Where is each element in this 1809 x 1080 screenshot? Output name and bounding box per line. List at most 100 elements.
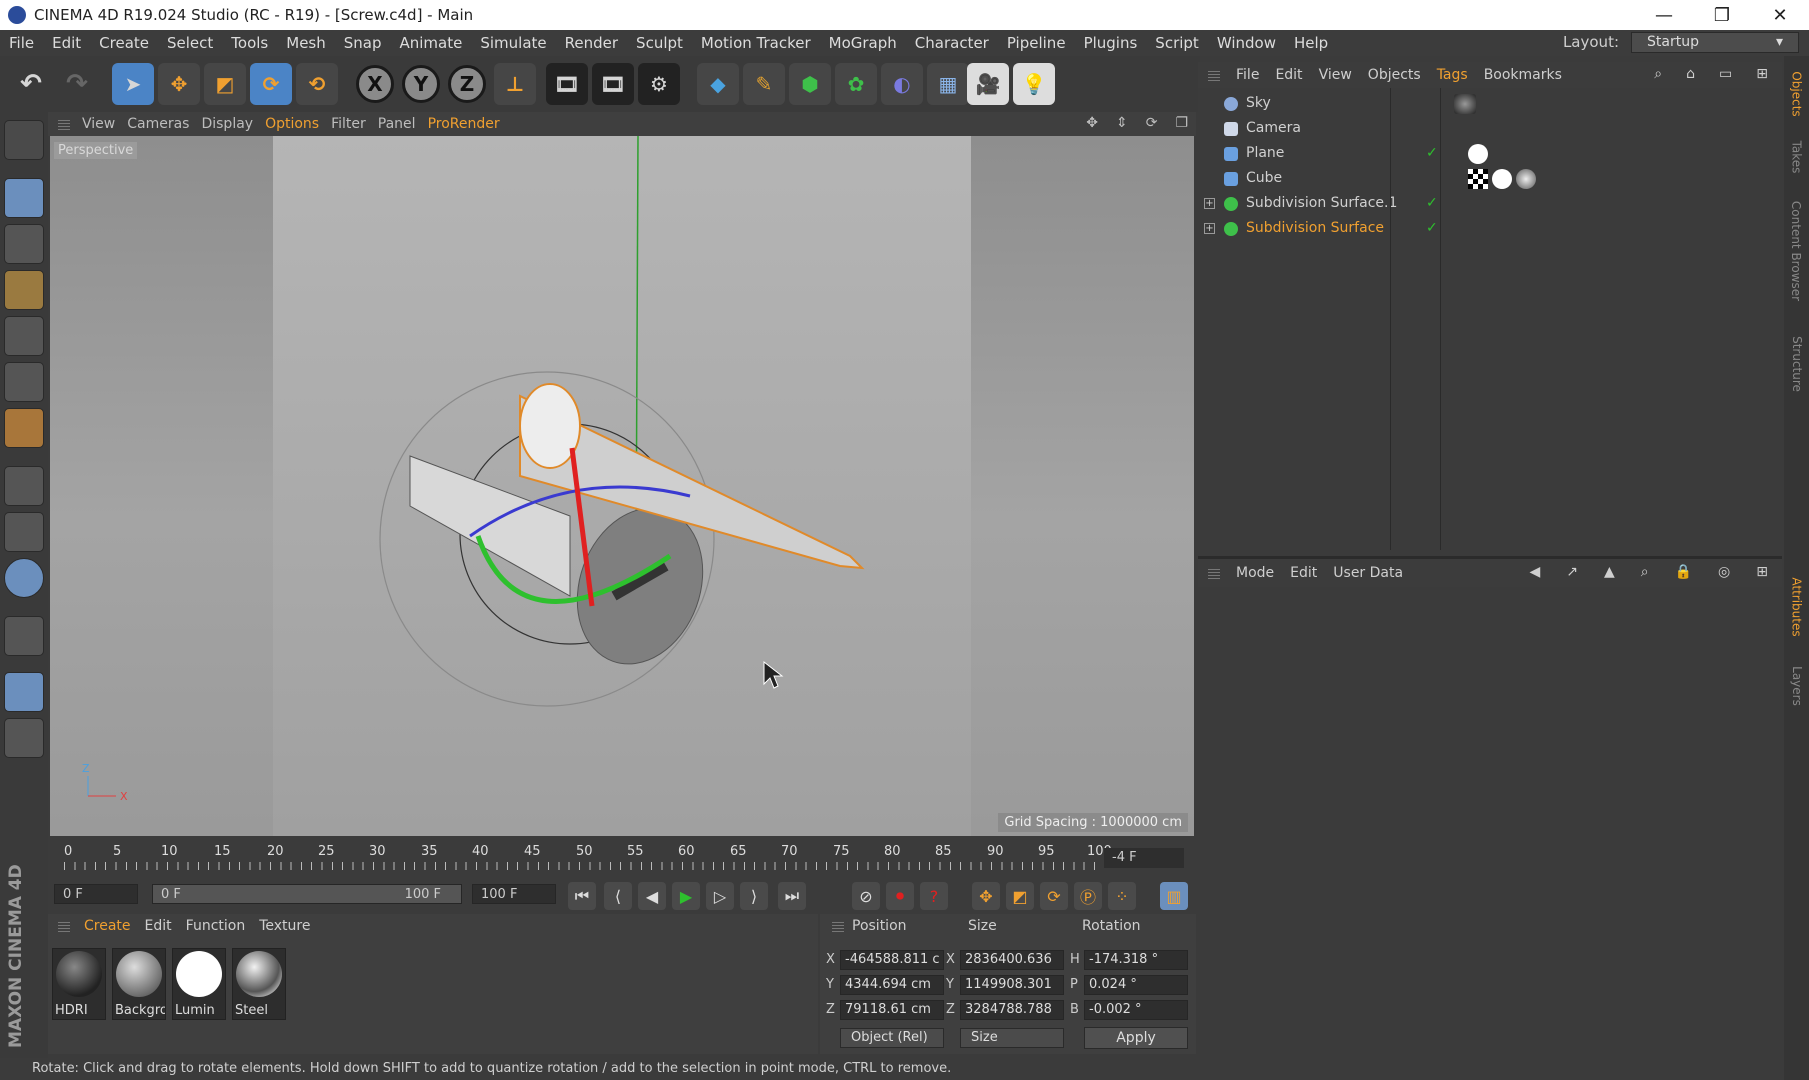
minimize-button[interactable]: —	[1635, 0, 1693, 30]
planar-workplane-icon[interactable]	[4, 718, 44, 758]
size-x-field[interactable]: 2836400.636	[960, 950, 1064, 970]
z-axis-lock-button[interactable]: Z	[448, 65, 486, 103]
scale-tool-icon[interactable]: ◩	[204, 63, 246, 105]
viewport-menu-prorender[interactable]: ProRender	[428, 116, 500, 132]
menu-select[interactable]: Select	[158, 34, 222, 52]
tab-attributes[interactable]: Attributes	[1784, 562, 1809, 652]
viewport-menu-cameras[interactable]: Cameras	[127, 116, 189, 132]
lock-icon[interactable]: 🔒	[1675, 564, 1692, 580]
material-tag-icon[interactable]	[1492, 169, 1512, 189]
panel-grip-icon[interactable]	[1208, 69, 1220, 81]
object-row-cube[interactable]: Cube	[1198, 167, 1782, 191]
tab-content-browser[interactable]: Content Browser	[1784, 186, 1809, 316]
object-row-subdivision-surface-1[interactable]: + Subdivision Surface.1 ✓	[1198, 192, 1782, 216]
rot-h-field[interactable]: -174.318 °	[1084, 950, 1188, 970]
search-icon[interactable]: ⌕	[1641, 564, 1649, 580]
close-button[interactable]: ✕	[1751, 0, 1809, 30]
attribute-menu-mode[interactable]: Mode	[1236, 565, 1274, 581]
menu-plugins[interactable]: Plugins	[1075, 34, 1147, 52]
current-frame-field[interactable]: -4 F	[1104, 848, 1184, 868]
model-mode-icon[interactable]	[4, 178, 44, 218]
rot-p-field[interactable]: 0.024 °	[1084, 975, 1188, 995]
expand-icon[interactable]: +	[1204, 198, 1215, 209]
material-swatch[interactable]: Backgro	[112, 948, 166, 1020]
camera-icon[interactable]: 🎥	[967, 63, 1009, 105]
menu-simulate[interactable]: Simulate	[471, 34, 555, 52]
key-parameter-icon[interactable]: Ⓟ	[1074, 882, 1102, 910]
light-icon[interactable]: 💡	[1013, 63, 1055, 105]
home-icon[interactable]: ⌂	[1686, 66, 1695, 82]
cube-object-icon[interactable]: ◆	[697, 63, 739, 105]
size-y-field[interactable]: 1149908.301	[960, 975, 1064, 995]
subdivision-surface-icon[interactable]: ⬢	[789, 63, 831, 105]
tab-structure[interactable]: Structure	[1784, 324, 1809, 404]
recent-tool-icon[interactable]: ⟲	[296, 63, 338, 105]
enable-axis-icon[interactable]	[4, 466, 44, 506]
viewport-menu-panel[interactable]: Panel	[378, 116, 416, 132]
go-to-end-icon[interactable]: ⏭	[778, 882, 806, 910]
menu-animate[interactable]: Animate	[391, 34, 472, 52]
material-swatch[interactable]: HDRI	[52, 948, 106, 1020]
polygons-mode-icon[interactable]	[4, 408, 44, 448]
render-view-icon[interactable]: 🎞	[546, 63, 588, 105]
material-menu-create[interactable]: Create	[84, 918, 131, 934]
key-position-icon[interactable]: ✥	[972, 882, 1000, 910]
search-icon[interactable]: ⌕	[1654, 66, 1662, 82]
pos-y-field[interactable]: 4344.694 cm	[840, 975, 944, 995]
menu-window[interactable]: Window	[1208, 34, 1285, 52]
back-arrow-icon[interactable]: ◀	[1529, 564, 1540, 580]
texture-mode-icon[interactable]	[4, 224, 44, 264]
material-tag-icon[interactable]	[1516, 169, 1536, 189]
object-row-subdivision-surface[interactable]: + Subdivision Surface ✓	[1198, 217, 1782, 241]
autokey-icon[interactable]: ?	[920, 882, 948, 910]
make-editable-icon[interactable]	[4, 120, 44, 160]
solo-mode-icon[interactable]	[4, 558, 44, 598]
rotate-view-icon[interactable]: ⟳	[1146, 115, 1158, 131]
minimize-panel-icon[interactable]: ▭	[1719, 66, 1732, 82]
pan-view-icon[interactable]: ✥	[1086, 115, 1098, 131]
texture-tag-icon[interactable]	[1468, 169, 1488, 189]
x-axis-lock-button[interactable]: X	[356, 65, 394, 103]
material-swatch[interactable]: Steel	[232, 948, 286, 1020]
enabled-check-icon[interactable]: ✓	[1426, 220, 1438, 236]
key-point-level-icon[interactable]: ⁘	[1108, 882, 1136, 910]
viewport-menu-view[interactable]: View	[82, 116, 115, 132]
menu-create[interactable]: Create	[90, 34, 158, 52]
object-menu-tags[interactable]: Tags	[1437, 67, 1468, 83]
forward-arrow-icon[interactable]: ↗	[1566, 564, 1578, 580]
layout-select[interactable]: Startup ▾	[1631, 32, 1799, 53]
pos-x-field[interactable]: -464588.811 c	[840, 950, 944, 970]
menu-snap[interactable]: Snap	[335, 34, 391, 52]
expand-icon[interactable]: +	[1204, 223, 1215, 234]
zoom-view-icon[interactable]: ⇕	[1116, 115, 1128, 131]
object-row-plane[interactable]: Plane ✓	[1198, 142, 1782, 166]
go-to-start-icon[interactable]: ⏮	[568, 882, 596, 910]
object-menu-view[interactable]: View	[1319, 67, 1352, 83]
material-tag-icon[interactable]	[1454, 94, 1476, 114]
menu-pipeline[interactable]: Pipeline	[998, 34, 1075, 52]
workplane-lock-icon[interactable]	[4, 672, 44, 712]
size-mode-select[interactable]: Size	[960, 1028, 1064, 1048]
up-arrow-icon[interactable]: ▲	[1604, 564, 1615, 580]
snapping-magnet-icon[interactable]	[4, 616, 44, 656]
end-frame-field[interactable]: 100 F	[472, 884, 556, 904]
key-rotation-icon[interactable]: ⟳	[1040, 882, 1068, 910]
material-swatch[interactable]: Lumin	[172, 948, 226, 1020]
size-z-field[interactable]: 3284788.788	[960, 1000, 1064, 1020]
record-keys-off-icon[interactable]: ⊘	[852, 882, 880, 910]
coordinate-system-icon[interactable]: ⊥	[494, 63, 536, 105]
object-menu-edit[interactable]: Edit	[1275, 67, 1302, 83]
menu-render[interactable]: Render	[556, 34, 627, 52]
frame-range-slider[interactable]: 0 F 100 F	[152, 884, 462, 904]
3d-viewport[interactable]: Perspective Z X Grid Spacing : 1000000 c…	[50, 136, 1194, 836]
menu-tools[interactable]: Tools	[222, 34, 277, 52]
tab-takes[interactable]: Takes	[1784, 132, 1809, 182]
panel-grip-icon[interactable]	[58, 920, 70, 932]
new-panel-icon[interactable]: ⊞	[1756, 66, 1768, 82]
y-axis-lock-button[interactable]: Y	[402, 65, 440, 103]
restore-button[interactable]: ❐	[1693, 0, 1751, 30]
workplane-mode-icon[interactable]	[4, 270, 44, 310]
object-row-sky[interactable]: Sky	[1198, 92, 1782, 116]
tab-objects[interactable]: Objects	[1784, 62, 1809, 126]
timeline-ruler[interactable]: 0 5 10 15 20 25 30 35 40 45 50 55 60 65 …	[48, 838, 1196, 886]
